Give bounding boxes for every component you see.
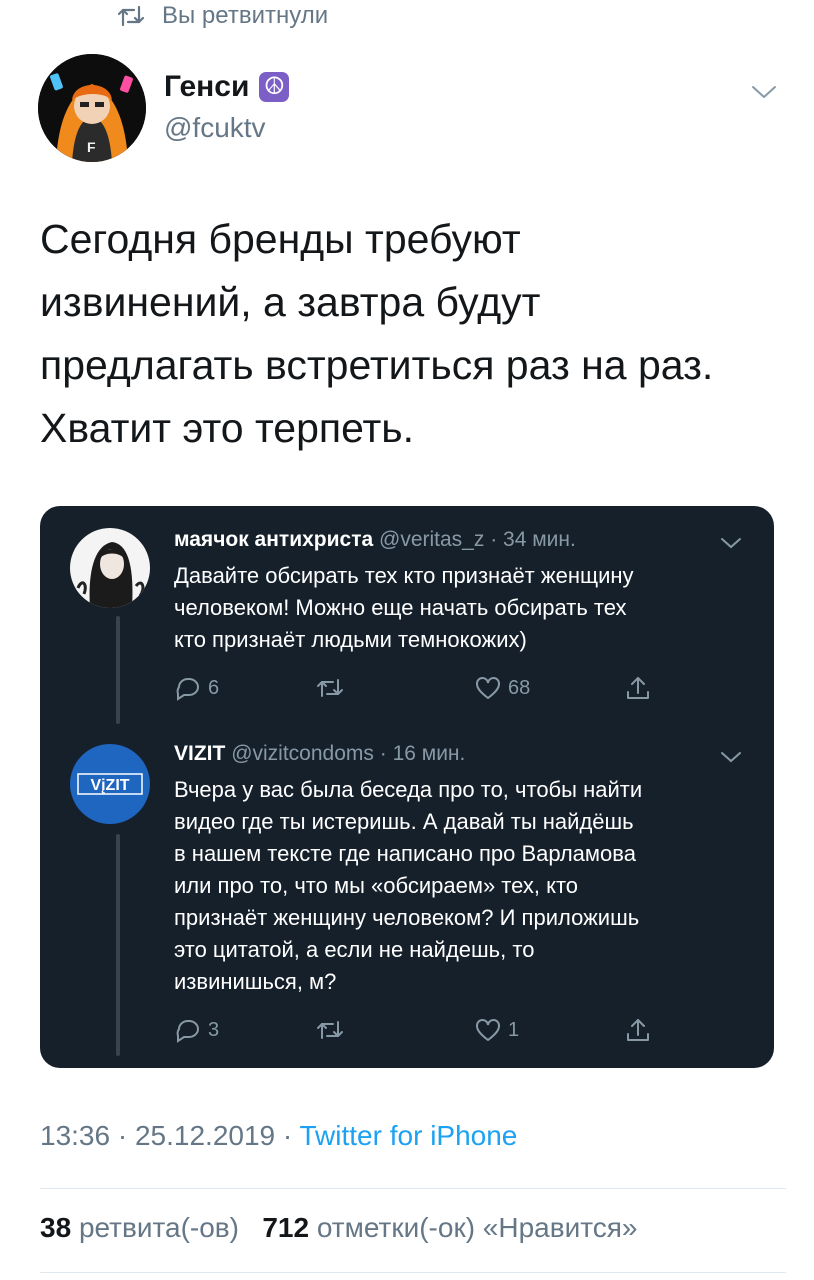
reply-button[interactable]: 6 — [174, 672, 219, 704]
avatar[interactable] — [70, 528, 150, 608]
tweet-text-line: Сегодня бренды требуют — [40, 216, 521, 262]
tweet-timestamp: 13:36 · 25.12.2019 · Twitter for iPhone — [40, 1120, 518, 1151]
chevron-down-icon[interactable] — [750, 82, 778, 102]
quoted-time: 16 мин. — [392, 742, 466, 765]
share-icon — [627, 677, 649, 699]
reply-button[interactable]: 3 — [174, 1014, 219, 1046]
quoted-text-line: признаёт женщину человеком? И приложишь — [174, 905, 640, 930]
quoted-text-line: извинишься, м? — [174, 969, 337, 994]
quoted-tweet-header: маячок антихриста @veritas_z · 34 мин. — [174, 528, 576, 551]
divider — [40, 1272, 786, 1273]
quoted-author-name[interactable]: маячок антихриста — [174, 528, 373, 551]
quoted-text-line: в нашем тексте где написано про Варламов… — [174, 841, 636, 866]
reply-icon — [176, 678, 199, 701]
quoted-text-line: или про то, что мы «обсираем» тех, кто — [174, 873, 579, 898]
retweet-button[interactable] — [316, 1014, 344, 1046]
tweet-text-line: Хватит это терпеть. — [40, 405, 415, 451]
retweet-icon — [118, 5, 144, 27]
likes-count: 712 — [262, 1212, 310, 1243]
retweet-icon — [317, 679, 343, 697]
tweet-actions: 6 68 — [174, 672, 734, 704]
tweet-text-line: извинений, а завтра будут — [40, 279, 541, 325]
like-count: 68 — [508, 676, 531, 699]
retweet-context-label: Вы ретвитнули — [162, 2, 329, 29]
quoted-tweet-text: Давайте обсирать тех кто признаёт женщин… — [174, 560, 754, 656]
quoted-text-line: это цитатой, а если не найдешь, то — [174, 937, 535, 962]
like-count: 1 — [508, 1018, 520, 1041]
like-icon — [476, 1019, 500, 1042]
divider — [40, 1188, 786, 1189]
retweet-icon — [317, 1021, 343, 1039]
like-button[interactable]: 68 — [474, 672, 530, 704]
share-icon — [627, 1019, 649, 1041]
reply-count: 3 — [208, 1018, 220, 1041]
tweet-actions: 3 1 — [174, 1014, 734, 1046]
quoted-text-line: кто признаёт людьми темнокожих) — [174, 627, 527, 652]
author-name[interactable]: Генси ☮ — [164, 70, 290, 104]
like-button[interactable]: 1 — [474, 1014, 519, 1046]
tweet-date: 25.12.2019 — [134, 1120, 276, 1151]
quoted-thread-card[interactable]: маячок антихриста @veritas_z · 34 мин. Д… — [40, 506, 774, 1068]
quoted-author-name[interactable]: VIZIT — [174, 742, 225, 765]
quoted-tweet-header: VIZIT @vizitcondoms · 16 мин. — [174, 742, 466, 765]
tweet-text-line: предлагать встретиться раз на раз. — [40, 342, 714, 388]
tweet-text: Сегодня бренды требуют извинений, а завт… — [40, 208, 780, 460]
retweets-stat[interactable]: 38 ретвита(-ов) — [40, 1212, 239, 1243]
vizit-logo: VįZIT — [90, 777, 129, 794]
thread-line — [116, 834, 120, 1056]
thread-line — [116, 616, 120, 724]
chevron-down-icon[interactable] — [720, 536, 742, 550]
quoted-author-handle[interactable]: @veritas_z — [379, 528, 484, 551]
likes-stat[interactable]: 712 отметки(-ок) «Нравится» — [262, 1212, 637, 1243]
retweet-context: Вы ретвитнули — [118, 0, 328, 32]
author-handle[interactable]: @fcuktv — [164, 112, 266, 144]
peace-icon: ☮ — [259, 72, 290, 102]
avatar[interactable]: VįZIT — [70, 744, 150, 824]
tweet-stats: 38 ретвита(-ов) 712 отметки(-ок) «Нравит… — [40, 1212, 638, 1244]
reply-count: 6 — [208, 676, 220, 699]
tweet-time: 13:36 — [40, 1120, 111, 1151]
reply-icon — [176, 1020, 199, 1043]
retweets-count: 38 — [40, 1212, 72, 1243]
quoted-time: 34 мин. — [503, 528, 576, 551]
like-icon — [476, 677, 500, 700]
avatar[interactable]: F — [38, 54, 146, 162]
chevron-down-icon[interactable] — [720, 750, 742, 764]
share-button[interactable] — [624, 1014, 652, 1046]
quoted-text-line: Вчера у вас была беседа про то, чтобы на… — [174, 777, 643, 802]
likes-label: отметки(-ок) «Нравится» — [316, 1212, 638, 1243]
quoted-author-handle[interactable]: @vizitcondoms — [231, 742, 374, 765]
tweet-source-link[interactable]: Twitter for iPhone — [300, 1120, 518, 1151]
share-button[interactable] — [624, 672, 652, 704]
quoted-text-line: человеком! Можно еще начать обсирать тех — [174, 595, 627, 620]
quoted-text-line: видео где ты истеришь. А давай ты найдёш… — [174, 809, 634, 834]
quoted-tweet-text: Вчера у вас была беседа про то, чтобы на… — [174, 774, 754, 998]
svg-text:F: F — [87, 139, 96, 155]
retweet-button[interactable] — [316, 672, 344, 704]
retweets-label: ретвита(-ов) — [78, 1212, 239, 1243]
quoted-text-line: Давайте обсирать тех кто признаёт женщин… — [174, 563, 634, 588]
